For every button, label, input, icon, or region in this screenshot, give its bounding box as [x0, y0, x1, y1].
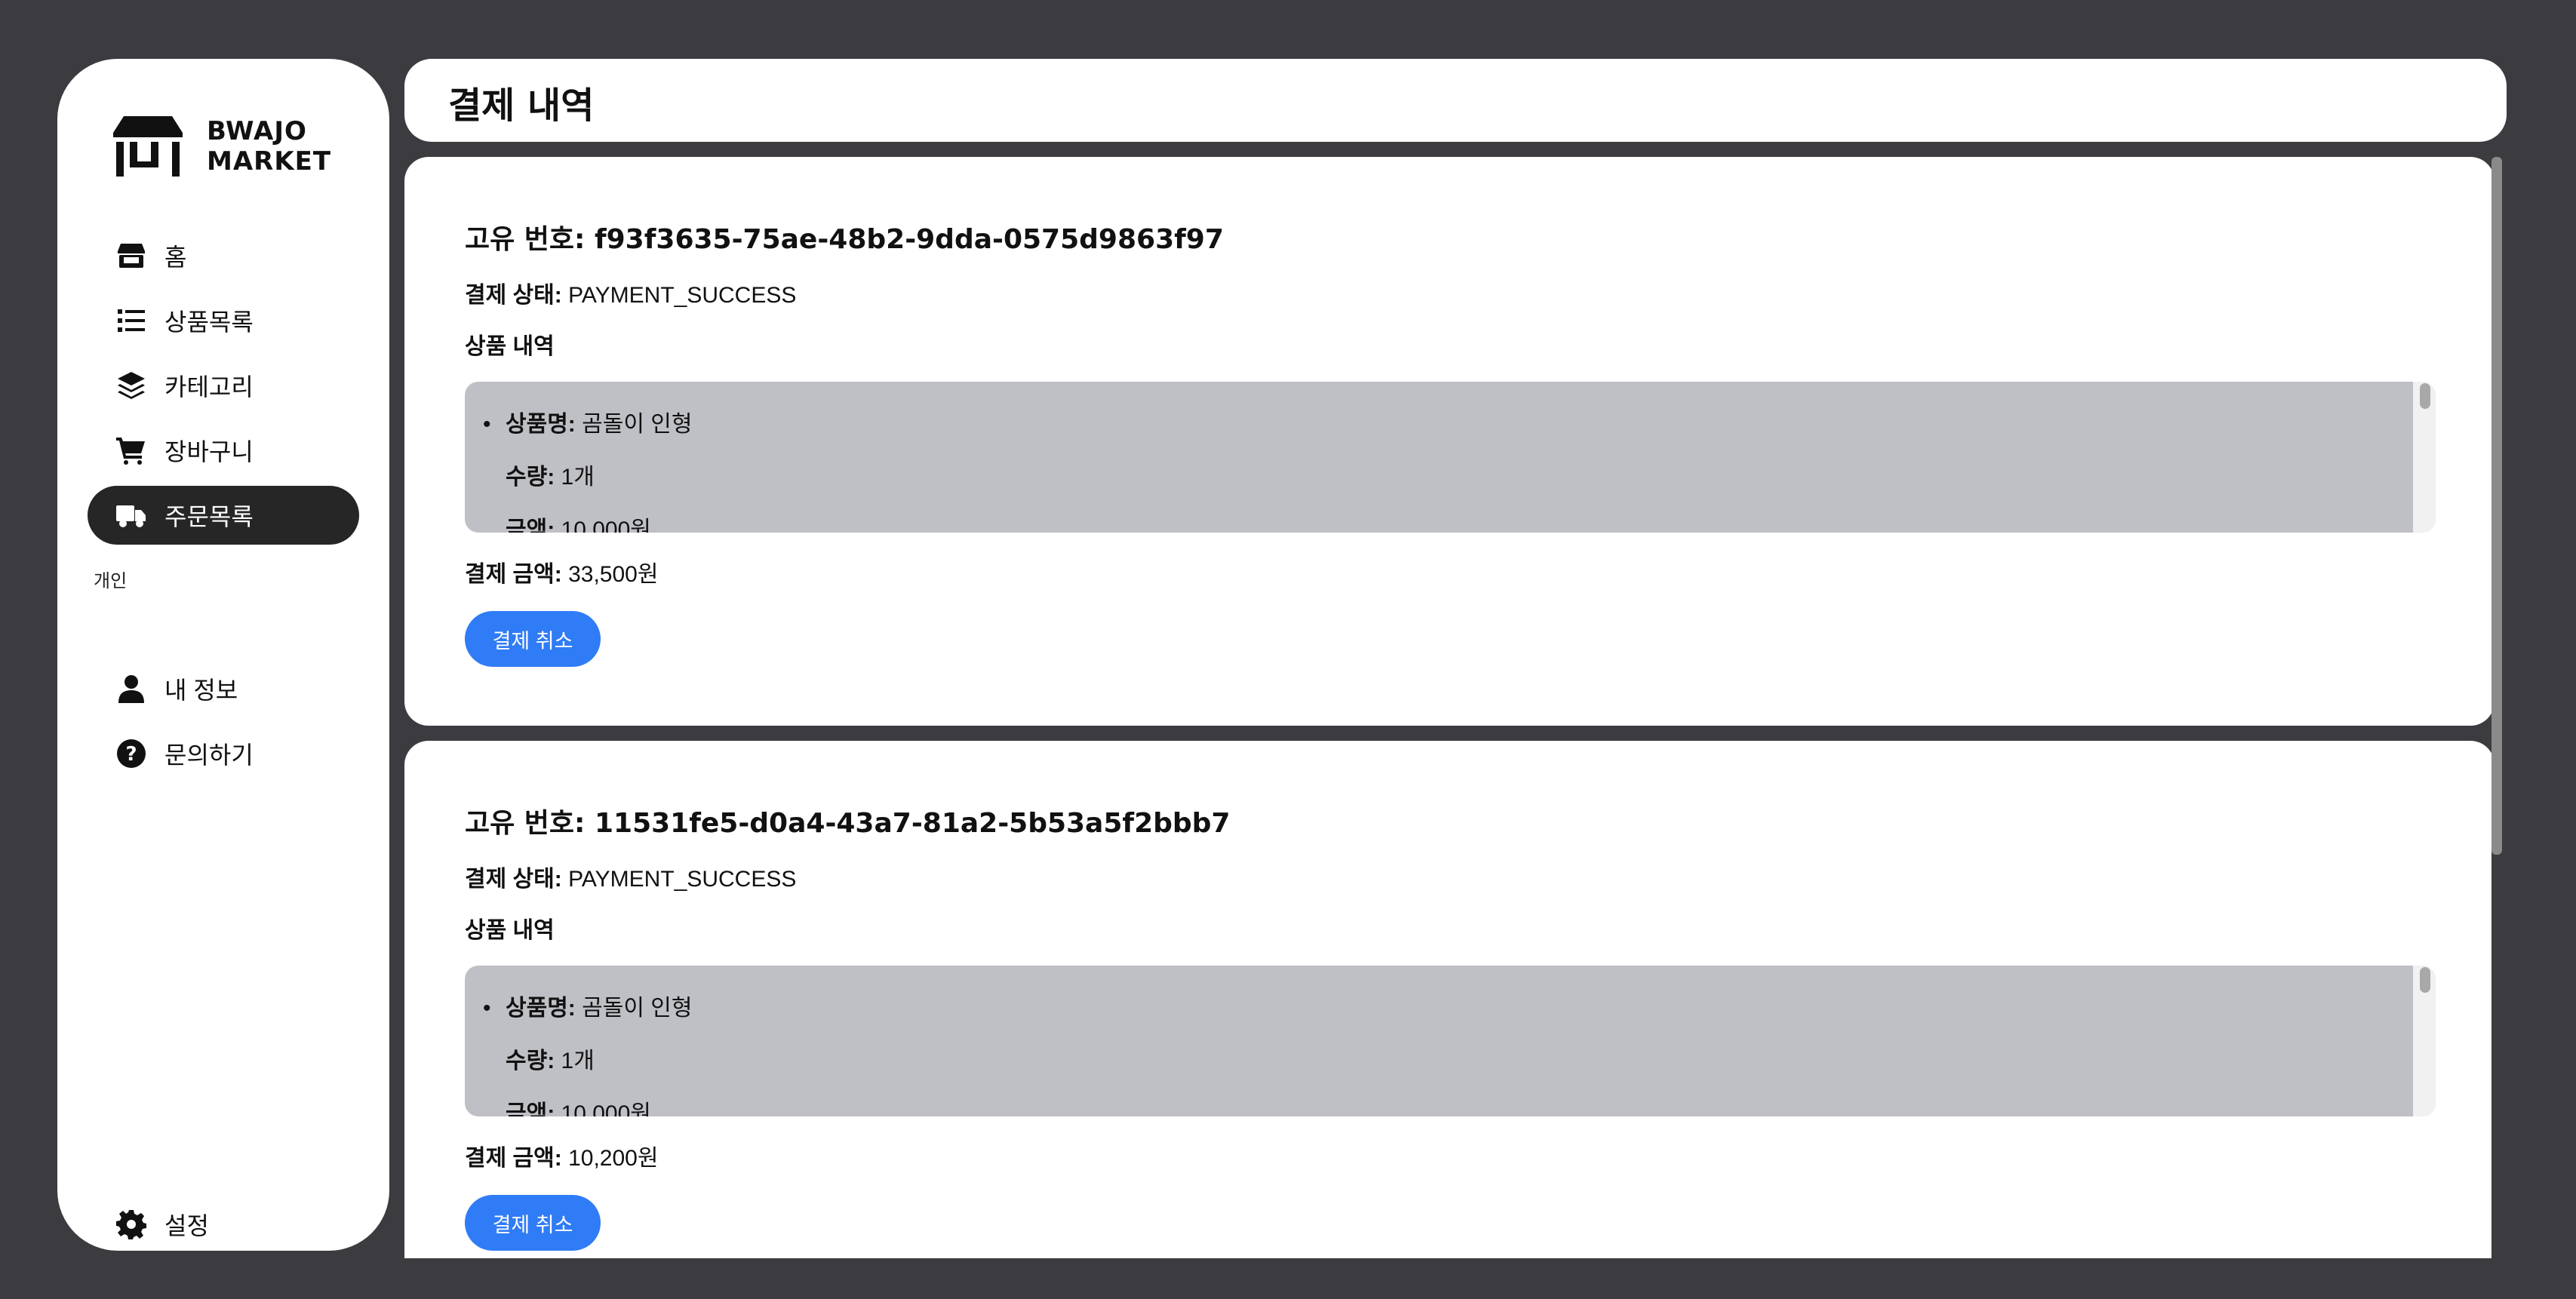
amount-value: 10,000원: [561, 1101, 651, 1116]
sidebar-item-label: 상품목록: [164, 309, 254, 336]
amount-value: 10,000원: [561, 517, 651, 533]
status-label: 결제 상태:: [465, 867, 562, 892]
items-heading-text: 상품 내역: [465, 918, 555, 943]
brand-line1: BWAJO: [207, 116, 307, 146]
product-name-label: 상품명:: [506, 412, 576, 437]
list-icon: [115, 304, 148, 337]
items-scrollbar[interactable]: [2413, 382, 2436, 533]
quantity-value: 1개: [561, 465, 595, 490]
sidebar-item-category[interactable]: 카테고리: [88, 356, 359, 415]
order-status: 결제 상태: PAYMENT_SUCCESS: [465, 276, 796, 309]
layers-icon: [115, 369, 148, 402]
items-heading: 상품 내역: [465, 327, 555, 361]
items-heading: 상품 내역: [465, 911, 555, 944]
total-value: 10,200원: [568, 1146, 659, 1171]
bullet: •: [483, 996, 491, 1021]
order-id-label: 고유 번호:: [465, 224, 586, 255]
items-list[interactable]: • 상품명: 곰돌이 인형 수량: 1개 금액: 10,000원: [465, 966, 2436, 1116]
brand-line2: MARKET: [207, 146, 332, 177]
section-label-personal: 개인: [94, 571, 128, 591]
sidebar-item-label: 주문목록: [164, 503, 254, 530]
status-value: PAYMENT_SUCCESS: [568, 283, 797, 308]
product-name-value: 곰돌이 인형: [582, 412, 693, 437]
order-list[interactable]: 고유 번호: f93f3635-75ae-48b2-9dda-0575d9863…: [404, 157, 2507, 1258]
order-id: 고유 번호: f93f3635-75ae-48b2-9dda-0575d9863…: [465, 217, 1224, 256]
page-scrollbar-thumb[interactable]: [2491, 157, 2502, 855]
order-id-value: 11531fe5-d0a4-43a7-81a2-5b53a5f2bbb7: [594, 808, 1231, 839]
sidebar-item-label: 설정: [164, 1212, 209, 1239]
sidebar-item-inquiry[interactable]: ? 문의하기: [88, 724, 359, 783]
list-item: • 상품명: 곰돌이 인형 수량: 1개 금액: 10,000원: [483, 398, 692, 533]
items-scrollbar[interactable]: [2413, 966, 2436, 1116]
sidebar-item-orders[interactable]: 주문목록: [88, 486, 359, 545]
amount-label: 금액:: [506, 1101, 555, 1116]
amount-row: 금액: 10,000원: [506, 504, 692, 533]
bullet: •: [483, 412, 491, 437]
order-total: 결제 금액: 33,500원: [465, 555, 658, 588]
sidebar-item-label: 장바구니: [164, 438, 254, 465]
store-icon: [115, 239, 148, 272]
amount-row: 금액: 10,000원: [506, 1088, 692, 1116]
page-scrollbar[interactable]: [2491, 157, 2502, 1258]
scrollbar-thumb[interactable]: [2420, 383, 2430, 409]
order-id-label: 고유 번호:: [465, 808, 586, 839]
brand-name: BWAJO MARKET: [207, 116, 331, 177]
question-circle-icon: ?: [115, 737, 148, 770]
product-name-row: 상품명: 곰돌이 인형: [506, 398, 692, 451]
gear-icon: [115, 1208, 148, 1241]
order-card: 고유 번호: 11531fe5-d0a4-43a7-81a2-5b53a5f2b…: [404, 741, 2495, 1258]
store-icon: [113, 116, 183, 177]
list-item: • 상품명: 곰돌이 인형 수량: 1개 금액: 10,000원: [483, 982, 692, 1116]
sidebar-item-settings[interactable]: 설정: [88, 1195, 359, 1254]
sidebar-item-home[interactable]: 홈: [88, 226, 359, 285]
order-card: 고유 번호: f93f3635-75ae-48b2-9dda-0575d9863…: [404, 157, 2495, 726]
items-list[interactable]: • 상품명: 곰돌이 인형 수량: 1개 금액: 10,000원: [465, 382, 2436, 533]
total-label: 결제 금액:: [465, 1146, 562, 1171]
cancel-payment-button[interactable]: 결제 취소: [465, 1195, 601, 1251]
truck-icon: [115, 499, 148, 532]
quantity-row: 수량: 1개: [506, 451, 692, 504]
sidebar-item-my-info[interactable]: 내 정보: [88, 659, 359, 718]
sidebar: BWAJO MARKET 홈 상품목록 카테고리 장바구니 주문목록 개인 내 …: [57, 59, 389, 1251]
sidebar-item-label: 카테고리: [164, 373, 254, 401]
scrollbar-thumb[interactable]: [2420, 967, 2430, 993]
sidebar-item-label: 홈: [164, 244, 187, 271]
status-label: 결제 상태:: [465, 283, 562, 308]
status-value: PAYMENT_SUCCESS: [568, 867, 797, 892]
quantity-label: 수량:: [506, 465, 555, 490]
user-icon: [115, 672, 148, 705]
items-heading-text: 상품 내역: [465, 334, 555, 359]
amount-label: 금액:: [506, 517, 555, 533]
total-label: 결제 금액:: [465, 562, 562, 587]
sidebar-item-products[interactable]: 상품목록: [88, 291, 359, 350]
order-id-value: f93f3635-75ae-48b2-9dda-0575d9863f97: [594, 224, 1224, 255]
sidebar-item-label: 문의하기: [164, 742, 254, 769]
order-total: 결제 금액: 10,200원: [465, 1139, 658, 1172]
quantity-label: 수량:: [506, 1049, 555, 1073]
order-status: 결제 상태: PAYMENT_SUCCESS: [465, 860, 796, 893]
quantity-row: 수량: 1개: [506, 1035, 692, 1088]
product-name-value: 곰돌이 인형: [582, 996, 693, 1021]
quantity-value: 1개: [561, 1049, 595, 1073]
page-header: 결제 내역: [404, 59, 2507, 142]
order-id: 고유 번호: 11531fe5-d0a4-43a7-81a2-5b53a5f2b…: [465, 801, 1230, 840]
svg-text:?: ?: [125, 743, 137, 766]
product-name-row: 상품명: 곰돌이 인형: [506, 982, 692, 1035]
sidebar-item-cart[interactable]: 장바구니: [88, 421, 359, 480]
sidebar-item-label: 내 정보: [164, 677, 238, 704]
product-name-label: 상품명:: [506, 996, 576, 1021]
cancel-payment-button[interactable]: 결제 취소: [465, 611, 601, 667]
brand[interactable]: BWAJO MARKET: [113, 116, 331, 177]
total-value: 33,500원: [568, 562, 659, 587]
page-title: 결제 내역: [448, 84, 595, 127]
cart-icon: [115, 434, 148, 467]
